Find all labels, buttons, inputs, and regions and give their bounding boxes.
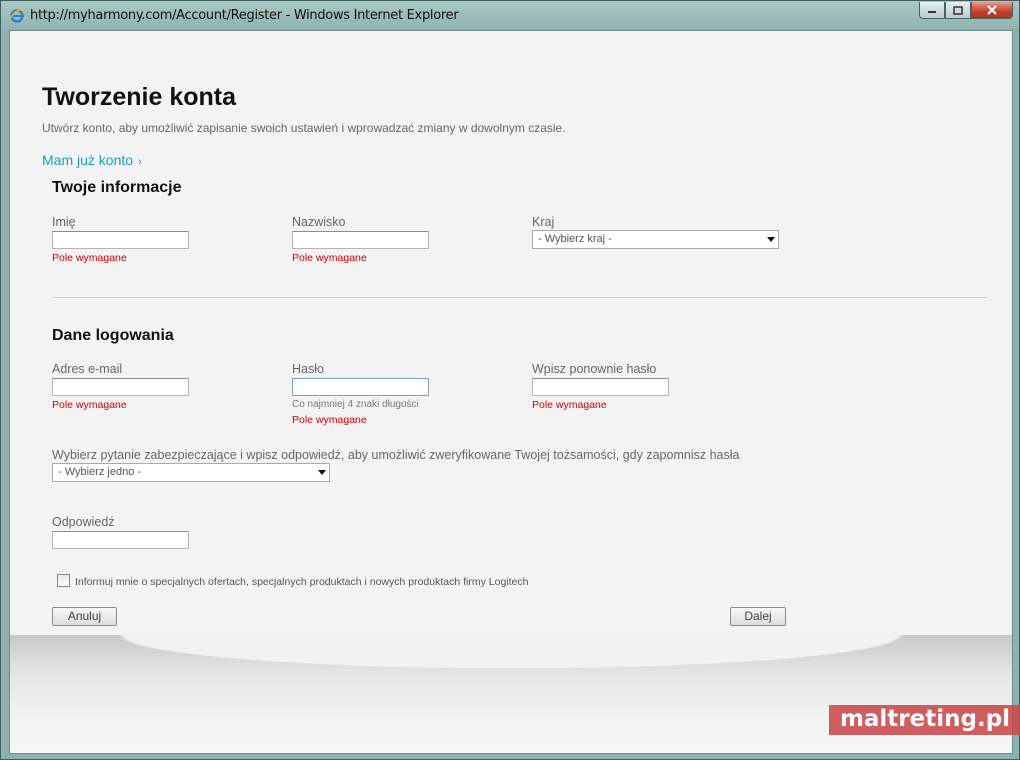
- last-name-input[interactable]: [292, 231, 429, 249]
- first-name-label: Imię: [52, 215, 76, 229]
- first-name-error: Pole wymagane: [52, 252, 127, 264]
- minimize-icon: [928, 11, 936, 13]
- answer-input[interactable]: [52, 531, 189, 549]
- already-have-account-link[interactable]: Mam już konto ›: [42, 152, 142, 168]
- page-content: Tworzenie konta Utwórz konto, aby umożli…: [9, 30, 1013, 754]
- newsletter-checkbox[interactable]: [57, 574, 70, 587]
- country-select-value: - Wybierz kraj -: [538, 233, 612, 245]
- already-have-account-label: Mam już konto: [42, 152, 134, 168]
- chevron-right-icon: ›: [138, 156, 142, 168]
- minimize-button[interactable]: [919, 2, 945, 19]
- close-icon: [987, 5, 997, 15]
- password-confirm-input[interactable]: [532, 378, 669, 396]
- email-label: Adres e-mail: [52, 362, 123, 376]
- answer-label: Odpowiedź: [52, 515, 115, 529]
- security-question-label: Wybierz pytanie zabezpieczające i wpisz …: [52, 448, 740, 462]
- title-bar: http://myharmony.com/Account/Register - …: [1, 1, 1019, 28]
- maximize-icon: [953, 5, 963, 15]
- browser-window: http://myharmony.com/Account/Register - …: [0, 0, 1020, 760]
- password-input[interactable]: [292, 378, 429, 396]
- dropdown-arrow-icon: [767, 237, 775, 242]
- section-divider: [52, 297, 987, 298]
- password-confirm-label: Wpisz ponownie hasło: [532, 362, 657, 376]
- page-title: Tworzenie konta: [42, 83, 237, 111]
- window-controls: [919, 2, 1013, 20]
- security-question-select[interactable]: - Wybierz jedno -: [52, 463, 330, 482]
- ie-icon: [9, 9, 25, 23]
- security-question-value: - Wybierz jedno -: [58, 466, 142, 478]
- last-name-label: Nazwisko: [292, 215, 346, 229]
- close-button[interactable]: [971, 2, 1013, 19]
- cancel-button[interactable]: Anuluj: [52, 607, 117, 626]
- page-footer-shading: [10, 635, 1012, 753]
- password-hint: Co najmniej 4 znaki długości: [292, 399, 419, 410]
- section-title-info: Twoje informacje: [52, 179, 182, 196]
- password-error: Pole wymagane: [292, 414, 367, 426]
- next-button[interactable]: Dalej: [730, 607, 786, 626]
- email-error: Pole wymagane: [52, 399, 127, 411]
- window-title: http://myharmony.com/Account/Register - …: [30, 8, 459, 23]
- password-label: Hasło: [292, 362, 324, 376]
- first-name-input[interactable]: [52, 231, 189, 249]
- email-input[interactable]: [52, 378, 189, 396]
- section-title-login: Dane logowania: [52, 327, 174, 344]
- country-label: Kraj: [532, 215, 555, 229]
- maximize-button[interactable]: [945, 2, 971, 19]
- last-name-error: Pole wymagane: [292, 252, 367, 264]
- watermark: maltreting.pl: [829, 705, 1020, 735]
- country-select[interactable]: - Wybierz kraj -: [532, 230, 779, 249]
- page-subtitle: Utwórz konto, aby umożliwić zapisanie sw…: [42, 121, 566, 135]
- newsletter-label: Informuj mnie o specjalnych ofertach, sp…: [75, 576, 529, 588]
- dropdown-arrow-icon: [318, 470, 326, 475]
- password-confirm-error: Pole wymagane: [532, 399, 607, 411]
